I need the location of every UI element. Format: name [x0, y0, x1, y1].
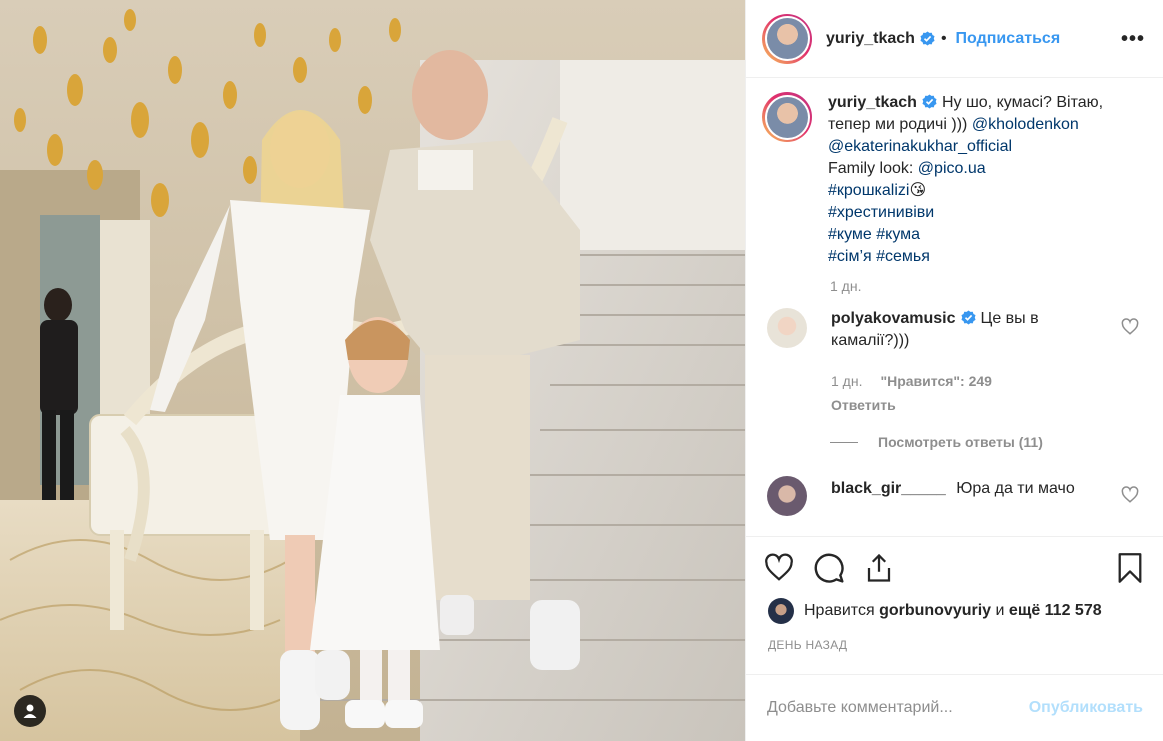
- instagram-post: yuriy_tkach • Подписаться ••• yuriy_tkac…: [0, 0, 1163, 741]
- like-button[interactable]: [762, 551, 796, 585]
- bookmark-icon: [1118, 552, 1142, 583]
- heart-icon: [765, 552, 793, 581]
- post-photo[interactable]: [0, 0, 745, 741]
- verified-icon: [920, 31, 935, 46]
- post-side-panel: yuriy_tkach • Подписаться ••• yuriy_tkac…: [745, 0, 1163, 741]
- replies-divider-line: [830, 441, 858, 443]
- more-options-icon[interactable]: •••: [1121, 29, 1145, 49]
- hashtag-link[interactable]: #куме: [828, 226, 872, 243]
- mention-link[interactable]: @pico.ua: [918, 160, 986, 177]
- caption-username[interactable]: yuriy_tkach: [828, 94, 917, 111]
- view-replies-button[interactable]: Посмотреть ответы (11): [830, 434, 1147, 450]
- view-replies-label: Посмотреть ответы (11): [878, 434, 1043, 450]
- caption-time[interactable]: 1 дн.: [830, 278, 1147, 294]
- caption-author-avatar[interactable]: [762, 92, 812, 142]
- photo-scene: [0, 0, 745, 741]
- user-tag-icon: [23, 704, 37, 718]
- commenter-avatar[interactable]: [767, 308, 807, 348]
- publish-button[interactable]: Опубликовать: [1029, 699, 1143, 717]
- hashtag-link[interactable]: #кума: [876, 226, 920, 243]
- comment-body: polyakovamusic Це вы в камалії?))) 1 дн.…: [831, 308, 1081, 416]
- mention-link[interactable]: @ekaterinakukhar_official: [828, 138, 1012, 155]
- comment-likes[interactable]: "Нравится": 249: [880, 373, 991, 389]
- comment-text: Юра да ти мачо: [956, 480, 1075, 497]
- commenter-username[interactable]: polyakovamusic: [831, 310, 956, 327]
- hashtag-link[interactable]: #хрестинивіви: [828, 204, 934, 221]
- emoji-kiss: 😘: [909, 182, 927, 199]
- comment-button[interactable]: [812, 551, 846, 585]
- post-header: yuriy_tkach • Подписаться •••: [746, 0, 1163, 78]
- save-button[interactable]: [1113, 551, 1147, 585]
- verified-icon: [960, 310, 976, 325]
- comment-item: polyakovamusic Це вы в камалії?))) 1 дн.…: [762, 308, 1147, 416]
- comment-heart-icon[interactable]: [1121, 486, 1139, 504]
- author-username[interactable]: yuriy_tkach: [826, 30, 915, 48]
- comment-meta: 1 дн. "Нравится": 249: [831, 370, 1081, 392]
- liker-avatar[interactable]: [768, 598, 794, 624]
- comment-body: black_gir_____ Юра да ти мачо: [831, 476, 1081, 516]
- comment-icon: [814, 553, 844, 583]
- post-actions-bar: [746, 536, 1163, 598]
- follow-button[interactable]: Подписаться: [956, 30, 1061, 48]
- comment-time[interactable]: 1 дн.: [831, 373, 862, 389]
- post-timestamp[interactable]: ДЕНЬ НАЗАД: [746, 624, 1163, 674]
- comment-input[interactable]: [767, 699, 1007, 717]
- author-avatar[interactable]: [762, 13, 812, 64]
- share-icon: [867, 553, 891, 582]
- commenter-username[interactable]: black_gir_____: [831, 480, 946, 497]
- comments-list: yuriy_tkach Ну шо, кумасі? Вітаю, тепер …: [746, 78, 1163, 536]
- user-tag-button[interactable]: [14, 695, 46, 727]
- caption-text: yuriy_tkach Ну шо, кумасі? Вітаю, тепер …: [828, 92, 1128, 268]
- comment-item: black_gir_____ Юра да ти мачо: [762, 476, 1147, 516]
- comment-heart-icon[interactable]: [1121, 318, 1139, 336]
- post-caption: yuriy_tkach Ну шо, кумасі? Вітаю, тепер …: [762, 92, 1147, 268]
- hashtag-link[interactable]: #сім’я: [828, 248, 872, 265]
- likes-summary: Нравится gorbunovyuriy и ещё 112 578: [746, 598, 1163, 624]
- reply-button[interactable]: Ответить: [831, 394, 1081, 416]
- verified-icon: [922, 94, 937, 109]
- add-comment-bar: Опубликовать: [746, 674, 1163, 741]
- hashtag-link[interactable]: #крошкаlizi: [828, 182, 909, 199]
- likes-conjunction: и: [995, 602, 1005, 619]
- hashtag-link[interactable]: #семья: [876, 248, 930, 265]
- likes-prefix: Нравится: [804, 602, 875, 619]
- family-look-label: Family look:: [828, 160, 918, 177]
- likes-count[interactable]: ещё 112 578: [1009, 602, 1102, 620]
- share-button[interactable]: [862, 551, 896, 585]
- header-dot-separator: •: [940, 29, 947, 47]
- commenter-avatar[interactable]: [767, 476, 807, 516]
- liker-username[interactable]: gorbunovyuriy: [879, 602, 991, 620]
- mention-link[interactable]: @kholodenkon: [972, 116, 1079, 133]
